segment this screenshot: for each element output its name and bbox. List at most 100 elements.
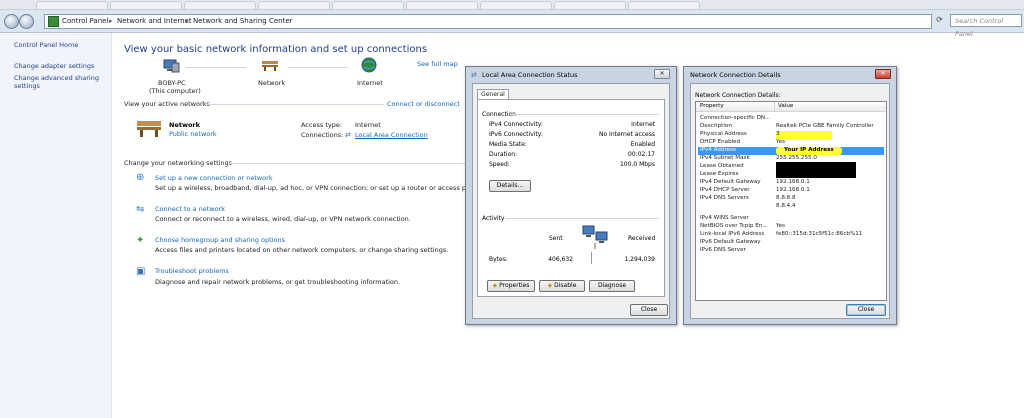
tab[interactable] — [628, 1, 700, 9]
refresh-icon[interactable]: ⟳ — [934, 15, 945, 26]
network-name: Network — [169, 121, 200, 129]
tab[interactable] — [480, 1, 552, 9]
address-bar[interactable]: Control Panel ▸ Network and Internet ▸ N… — [44, 14, 932, 29]
divider — [230, 163, 466, 164]
property-cell: IPv6 DNS Server — [700, 247, 746, 253]
breadcrumb-control-panel[interactable]: Control Panel — [62, 17, 108, 25]
troubleshoot-link[interactable]: Troubleshoot problems — [155, 267, 229, 275]
public-network-link[interactable]: Public network — [169, 130, 217, 138]
tab[interactable] — [36, 1, 108, 9]
active-networks-heading: View your active networks — [124, 100, 210, 108]
shield-icon: ◈ — [492, 282, 498, 289]
map-internet-label: Internet — [357, 79, 383, 87]
tab[interactable] — [332, 1, 404, 9]
ethernet-icon: ⇄ — [345, 131, 351, 139]
breadcrumb-separator-icon: ▸ — [185, 17, 189, 25]
table-row[interactable]: Link-local IPv6 Address fe80::315d:31c5f5… — [698, 231, 884, 239]
connect-disconnect-link[interactable]: Connect or disconnect — [387, 100, 460, 108]
troubleshoot-icon: ▣ — [136, 266, 146, 277]
divider — [591, 252, 592, 264]
map-network-label: Network — [258, 79, 286, 87]
setup-connection-link[interactable]: Set up a new connection or network — [155, 174, 273, 182]
table-row[interactable]: IPv4 DHCP Server 192.168.0.1 — [698, 187, 884, 195]
status-dialog: ⇄ Local Area Connection Status ✕ General… — [465, 66, 677, 325]
connect-network-link[interactable]: Connect to a network — [155, 205, 225, 213]
property-cell: IPv4 Default Gateway — [700, 179, 761, 185]
value-cell: 192.168.0.1 — [776, 179, 810, 185]
details-button[interactable]: Details... — [489, 180, 531, 192]
breadcrumb-separator-icon: ▸ — [109, 17, 113, 25]
close-icon[interactable]: ✕ — [875, 69, 891, 79]
tab[interactable] — [406, 1, 478, 9]
disable-button[interactable]: ◈ Disable — [539, 280, 585, 292]
column-divider[interactable] — [774, 102, 775, 111]
value-cell: fe80::315d:31c5f51c:86cb%11 — [776, 231, 863, 237]
duration-value: 00:02:17 — [628, 151, 655, 158]
table-row[interactable]: Lease Expires — [698, 170, 884, 179]
properties-label: Properties — [499, 282, 530, 289]
connect-network-desc: Connect or reconnect to a wireless, wire… — [155, 215, 411, 223]
details-close-button[interactable]: Close — [846, 304, 886, 316]
table-row[interactable]: Description Realtek PCIe GBE Family Contr… — [698, 123, 884, 131]
col-value-header[interactable]: Value — [778, 103, 793, 109]
value-cell: 3 — [776, 131, 832, 139]
change-advanced-sharing-link-cont[interactable]: settings — [14, 82, 40, 90]
table-row[interactable]: IPv4 DNS Servers 8.8.8.8 — [698, 195, 884, 203]
value-cell: Yes — [776, 139, 786, 145]
properties-button[interactable]: ◈ Properties — [487, 280, 535, 292]
control-panel-icon — [48, 16, 59, 27]
diagnose-button[interactable]: Diagnose — [589, 280, 635, 292]
tab[interactable] — [110, 1, 182, 9]
change-adapter-settings-link[interactable]: Change adapter settings — [14, 62, 94, 70]
tab[interactable] — [554, 1, 626, 9]
forward-button[interactable] — [19, 14, 34, 29]
control-panel-home-link[interactable]: Control Panel Home — [14, 41, 78, 49]
table-row[interactable]: IPv4 WINS Server — [698, 215, 884, 223]
status-close-button[interactable]: Close — [630, 304, 668, 316]
bytes-sent-value: 406,632 — [548, 256, 573, 263]
divider — [206, 104, 384, 105]
connect-network-icon: ⇋ — [136, 204, 145, 215]
table-row[interactable]: 8.8.4.4 — [698, 203, 884, 211]
tab[interactable] — [258, 1, 330, 9]
divider — [505, 218, 659, 219]
breadcrumb-sharing-center[interactable]: Network and Sharing Center — [193, 17, 293, 25]
close-icon[interactable]: ✕ — [654, 69, 670, 79]
browser-tab-strip — [0, 0, 1024, 10]
value-cell: Your IP Address — [776, 147, 842, 155]
change-advanced-sharing-link[interactable]: Change advanced sharing — [14, 74, 99, 82]
details-dialog: Network Connection Details ✕ Network Con… — [683, 66, 897, 325]
map-computer-name: BOBY-PC — [158, 79, 186, 87]
value-cell: Yes — [776, 223, 786, 229]
computer-icon — [162, 59, 180, 73]
table-row[interactable]: Connection-specific DN... — [698, 115, 884, 123]
details-list[interactable]: Property Value Connection-specific DN...… — [695, 101, 887, 301]
breadcrumb-network-internet[interactable]: Network and Internet — [117, 17, 192, 25]
divider — [511, 114, 659, 115]
activity-heading: Activity — [482, 215, 505, 222]
details-heading: Network Connection Details: — [695, 92, 781, 99]
speed-label: Speed: — [489, 161, 510, 168]
property-cell: NetBIOS over Tcpip En... — [700, 223, 768, 229]
local-area-connection-link[interactable]: Local Area Connection — [355, 131, 428, 139]
tab[interactable] — [184, 1, 256, 9]
media-state-label: Media State: — [489, 141, 527, 148]
property-cell: IPv4 DHCP Server — [700, 187, 750, 193]
back-button[interactable] — [4, 14, 19, 29]
table-row[interactable]: IPv4 Default Gateway 192.168.0.1 — [698, 179, 884, 187]
table-row[interactable]: Physical Address 3 — [698, 131, 884, 139]
property-cell: Physical Address — [700, 131, 747, 137]
search-input[interactable]: Search Control Panel — [950, 14, 1022, 38]
table-row[interactable]: NetBIOS over Tcpip En... Yes — [698, 223, 884, 231]
table-row-selected[interactable]: IPv4 Address Your IP Address — [698, 147, 884, 155]
col-property-header[interactable]: Property — [700, 103, 724, 109]
map-link-line — [186, 67, 246, 68]
table-row[interactable]: IPv6 DNS Server — [698, 247, 884, 255]
see-full-map-link[interactable]: See full map — [417, 60, 458, 68]
table-row[interactable]: DHCP Enabled Yes — [698, 139, 884, 147]
value-cell: 8.8.8.8 — [776, 195, 796, 201]
ethernet-icon: ⇄ — [471, 71, 477, 79]
speed-value: 100.0 Mbps — [619, 161, 655, 168]
table-row[interactable]: IPv6 Default Gateway — [698, 239, 884, 247]
homegroup-link[interactable]: Choose homegroup and sharing options — [155, 236, 285, 244]
